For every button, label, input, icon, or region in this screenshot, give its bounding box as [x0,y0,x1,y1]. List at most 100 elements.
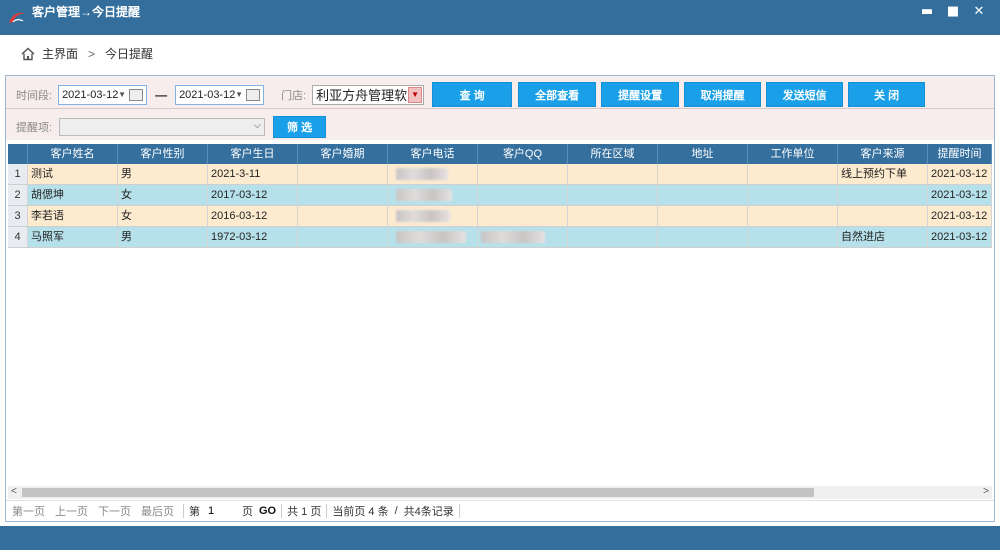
cell-wedding [298,185,388,205]
current-page-count: 当前页 4 条 [332,506,389,518]
calendar-icon[interactable] [246,88,261,101]
cell-wedding [298,227,388,247]
divider [281,504,283,518]
close-window-button[interactable]: ✕ [966,4,992,20]
total-pages: 共 1 页 [287,506,322,518]
cell-phone-redacted [388,185,478,205]
cell-employer [748,164,838,184]
status-bar [0,526,1000,550]
cell-employer [748,206,838,226]
close-button[interactable]: 关 闭 [848,82,926,107]
cell-address [658,185,748,205]
filter-button[interactable]: 筛 选 [273,116,327,138]
first-page-link[interactable]: 第一页 [12,503,45,519]
next-page-link[interactable]: 下一页 [98,503,131,519]
table-header: 客户姓名 客户性别 客户生日 客户婚期 客户电话 客户QQ 所在区域 地址 工作… [8,144,992,164]
calendar-icon[interactable] [129,88,144,101]
go-button[interactable]: GO [259,505,276,517]
col-header-area[interactable]: 所在区域 [568,144,658,164]
cell-wedding [298,206,388,226]
reminder-settings-button[interactable]: 提醒设置 [601,82,680,107]
store-select[interactable]: 利亚方舟管理软 ▼ [312,84,425,105]
view-all-button[interactable]: 全部查看 [518,82,597,107]
date-to-picker[interactable]: 2021-03-12 ▼ [175,84,265,105]
cell-remind-time: 2021-03-12 [928,206,992,226]
cell-gender: 女 [118,185,208,205]
cancel-reminder-button[interactable]: 取消提醒 [684,82,762,107]
table-row[interactable]: 1 测试 男 2021-3-11 线上预约下单 2021-03-12 [8,164,992,185]
period-label: 时间段: [16,89,53,102]
app-logo-icon [4,6,30,30]
chevron-down-icon: ▼ [118,89,127,99]
cell-gender: 女 [118,206,208,226]
content-panel: 时间段: 2021-03-12 ▼ — 2021-03-12 ▼ 门店: 利亚方… [5,75,995,522]
maximize-button[interactable]: ■ [940,4,966,20]
cell-area [568,185,658,205]
store-label: 门店: [281,89,307,102]
prev-page-link[interactable]: 上一页 [55,503,88,519]
minimize-button[interactable]: ▬ [914,4,940,20]
breadcrumb-current: 今日提醒 [105,47,154,61]
cell-address [658,164,748,184]
col-header-address[interactable]: 地址 [658,144,748,164]
pager-slash: / [394,505,398,517]
col-header-source[interactable]: 客户来源 [838,144,928,164]
cell-name: 马照军 [28,227,118,247]
home-icon[interactable] [20,46,36,62]
cell-address [658,206,748,226]
divider [458,504,460,518]
cell-employer [748,227,838,247]
cell-phone-redacted [388,227,478,247]
query-button[interactable]: 查 询 [432,82,513,107]
row-number: 1 [8,164,28,184]
title-bar: 客户管理→今日提醒 ▬ ■ ✕ [0,0,1000,35]
row-number-header [8,144,28,164]
cell-birthday: 2021-3-11 [208,164,298,184]
send-sms-button[interactable]: 发送短信 [766,82,844,107]
last-page-link[interactable]: 最后页 [141,503,174,519]
scroll-left-icon[interactable]: < [11,486,17,497]
cell-phone-redacted [388,164,478,184]
cell-wedding [298,164,388,184]
col-header-name[interactable]: 客户姓名 [28,144,118,164]
cell-source: 自然进店 [838,227,928,247]
col-header-employer[interactable]: 工作单位 [748,144,838,164]
breadcrumb-separator: > [88,46,96,61]
reminder-item-select[interactable]: ⌵ [59,118,266,136]
col-header-gender[interactable]: 客户性别 [118,144,208,164]
cell-employer [748,185,838,205]
table-row[interactable]: 3 李若语 女 2016-03-12 2021-03-12 [8,206,992,227]
date-from-picker[interactable]: 2021-03-12 ▼ [58,84,148,105]
col-header-remind-time[interactable]: 提醒时间 [928,144,992,164]
breadcrumb: 主界面 > 今日提醒 [0,35,1000,72]
divider [183,504,184,518]
table-row[interactable]: 2 胡偲坤 女 2017-03-12 2021-03-12 [8,185,992,206]
cell-gender: 男 [118,227,208,247]
filter-panel: 时间段: 2021-03-12 ▼ — 2021-03-12 ▼ 门店: 利亚方… [6,76,994,140]
col-header-birthday[interactable]: 客户生日 [208,144,298,164]
col-header-qq[interactable]: 客户QQ [478,144,568,164]
table-row[interactable]: 4 马照军 男 1972-03-12 自然进店 2021-03-12 [8,227,992,248]
cell-name: 李若语 [28,206,118,226]
cell-qq [478,185,568,205]
scroll-right-icon[interactable]: > [983,486,989,497]
cell-area [568,206,658,226]
chevron-down-icon: ⌵ [253,120,262,131]
dropdown-arrow-icon[interactable]: ▼ [408,86,423,103]
breadcrumb-home-link[interactable]: 主界面 [42,45,78,62]
cell-remind-time: 2021-03-12 [928,185,992,205]
scrollbar-thumb[interactable] [22,488,814,497]
cell-qq [478,206,568,226]
page-number-input[interactable] [204,503,238,519]
page-suffix: 页 [242,506,253,518]
col-header-wedding[interactable]: 客户婚期 [298,144,388,164]
col-header-phone[interactable]: 客户电话 [388,144,478,164]
cell-birthday: 1972-03-12 [208,227,298,247]
horizontal-scrollbar[interactable]: < > [8,486,992,499]
cell-qq-redacted [478,227,568,247]
cell-birthday: 2016-03-12 [208,206,298,226]
date-to-value: 2021-03-12 [179,88,236,101]
cell-name: 测试 [28,164,118,184]
cell-qq [478,164,568,184]
cell-phone-redacted [388,206,478,226]
